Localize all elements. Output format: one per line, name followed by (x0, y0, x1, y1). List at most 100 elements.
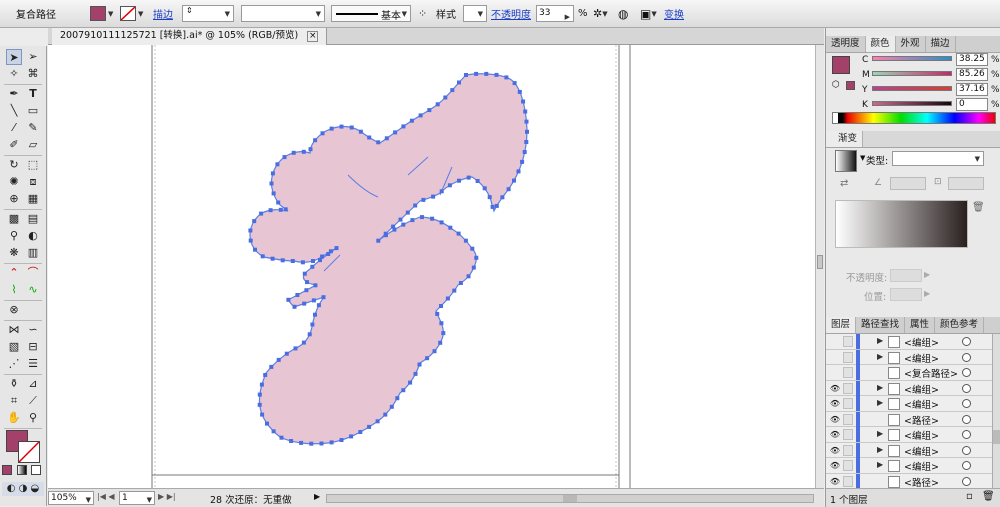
anchor-point[interactable] (276, 200, 281, 205)
anchor-point[interactable] (392, 227, 397, 232)
anchor-point[interactable] (523, 109, 528, 114)
anchor-point[interactable] (506, 187, 511, 192)
pen-tool-icon[interactable]: ✒ (6, 86, 22, 102)
anchor-point[interactable] (441, 331, 446, 336)
column-graph-icon[interactable]: ▥ (25, 245, 41, 261)
anchor-point[interactable] (339, 124, 344, 129)
anchor-point[interactable] (487, 195, 492, 200)
anchor-point[interactable] (252, 219, 257, 224)
anchor-point[interactable] (310, 322, 315, 327)
draw-mode-icons[interactable]: ◐ ◑ ◒ (2, 482, 44, 496)
delete-layer-icon[interactable]: 🗑 (982, 491, 995, 502)
anchor-point[interactable] (443, 95, 448, 100)
color-spectrum[interactable] (832, 112, 996, 124)
tab-color[interactable]: 颜色 (865, 36, 896, 52)
channel-y-slider[interactable] (872, 86, 952, 91)
eraser-icon[interactable]: ▱ (25, 137, 41, 153)
anchor-point[interactable] (278, 207, 283, 212)
anchor-point[interactable] (413, 203, 418, 208)
paintbrush-icon[interactable]: ⁄ (6, 120, 22, 136)
anchor-point[interactable] (517, 89, 522, 94)
anchor-point[interactable] (405, 210, 410, 215)
anchor-point[interactable] (439, 189, 444, 194)
wave-path-icon[interactable]: ∿ (25, 282, 41, 298)
anchor-point[interactable] (466, 274, 471, 279)
anchor-point[interactable] (435, 311, 440, 316)
eye-icon[interactable]: 👁 (829, 399, 841, 408)
target-circle-icon[interactable] (962, 445, 971, 455)
line-tool-icon[interactable]: ╲ (6, 103, 22, 119)
smooth-path-icon[interactable]: ⌒ (25, 265, 41, 281)
free-transform-icon[interactable]: ⧈ (25, 174, 41, 190)
anchor-point[interactable] (395, 396, 400, 401)
graphic-style-dropdown[interactable]: ▼ (463, 4, 487, 23)
anchor-point[interactable] (376, 238, 381, 243)
target-circle-icon[interactable] (962, 414, 971, 424)
eyedropper-2-icon[interactable]: ⚱ (6, 376, 22, 392)
blend-tool-icon[interactable]: ◐ (25, 228, 41, 244)
tab-layers[interactable]: 图层 (826, 317, 857, 333)
color-mode-icon[interactable] (2, 465, 12, 475)
wave-brush-icon[interactable]: ∽ (25, 322, 41, 338)
anchor-point[interactable] (474, 255, 479, 260)
eyedropper-icon[interactable]: ⚲ (6, 228, 22, 244)
anchor-point[interactable] (427, 108, 432, 113)
anchor-point[interactable] (450, 88, 455, 93)
rotate-tool-icon[interactable]: ↻ (6, 157, 22, 173)
layer-row[interactable]: 👁 <路径> (826, 411, 992, 427)
anchor-point[interactable] (439, 304, 443, 308)
anchor-point[interactable] (283, 207, 288, 212)
anchor-point[interactable] (398, 217, 403, 222)
anchor-point[interactable] (367, 135, 372, 140)
tab-stroke[interactable]: 描边 (926, 36, 956, 52)
anchor-point[interactable] (309, 441, 314, 446)
anchor-point[interactable] (409, 118, 414, 123)
lock-toggle-icon[interactable] (843, 382, 853, 394)
anchor-point[interactable] (358, 129, 363, 134)
stroke-label-link[interactable]: 描边 (153, 4, 173, 23)
target-circle-icon[interactable] (962, 383, 971, 393)
measure-tool-icon[interactable]: ⊿ (25, 376, 41, 392)
layer-row[interactable]: ▶ <编组> (826, 334, 992, 350)
anchor-point[interactable] (413, 371, 418, 376)
anchor-point[interactable] (295, 293, 300, 297)
channel-y-field[interactable]: 37.16 (956, 83, 988, 96)
delete-stop-icon[interactable]: 🗑 (972, 202, 985, 213)
anchor-point[interactable] (384, 136, 389, 141)
lasso-icon[interactable]: ⌘ (25, 66, 41, 82)
gradient-mode-icon[interactable] (17, 465, 27, 475)
none-mode-icon[interactable] (31, 465, 41, 475)
anchor-point[interactable] (248, 228, 253, 233)
gradient-swatch-caret[interactable]: ▼ (860, 154, 865, 162)
anchor-point[interactable] (313, 138, 318, 143)
anchor-point[interactable] (320, 131, 325, 136)
anchor-point[interactable] (418, 113, 423, 118)
anchor-point[interactable] (439, 220, 444, 225)
lock-toggle-icon[interactable] (843, 460, 853, 471)
lock-toggle-icon[interactable] (843, 351, 853, 363)
channel-m-field[interactable]: 85.26 (956, 68, 988, 81)
anchor-point[interactable] (270, 171, 275, 176)
magic-wand-icon[interactable]: ✧ (6, 66, 22, 82)
anchor-point[interactable] (271, 429, 276, 434)
anchor-point[interactable] (420, 215, 424, 220)
stroke-weight-field[interactable]: ▼ ⇕ (182, 4, 234, 23)
anchor-point[interactable] (471, 265, 476, 270)
anchor-point[interactable] (383, 233, 388, 238)
anchor-point[interactable] (257, 402, 262, 407)
channel-k-slider[interactable] (872, 101, 952, 106)
aspect-ratio-field[interactable] (948, 177, 984, 190)
eye-icon[interactable]: 👁 (829, 477, 841, 486)
anchor-point[interactable] (470, 246, 475, 251)
fill-color-dropdown[interactable]: ▼ (90, 4, 113, 23)
lock-toggle-icon[interactable] (843, 398, 853, 409)
anchor-point[interactable] (401, 222, 406, 227)
vertical-scroll-thumb[interactable] (817, 255, 823, 269)
anchor-point[interactable] (284, 351, 289, 356)
target-circle-icon[interactable] (962, 461, 971, 470)
slice-tool-icon[interactable]: ⊟ (25, 339, 41, 355)
anchor-point[interactable] (308, 147, 313, 152)
anchor-point[interactable] (494, 203, 499, 208)
gradient-type-dropdown[interactable]: ▼ (892, 151, 984, 166)
anchor-point[interactable] (328, 249, 333, 254)
